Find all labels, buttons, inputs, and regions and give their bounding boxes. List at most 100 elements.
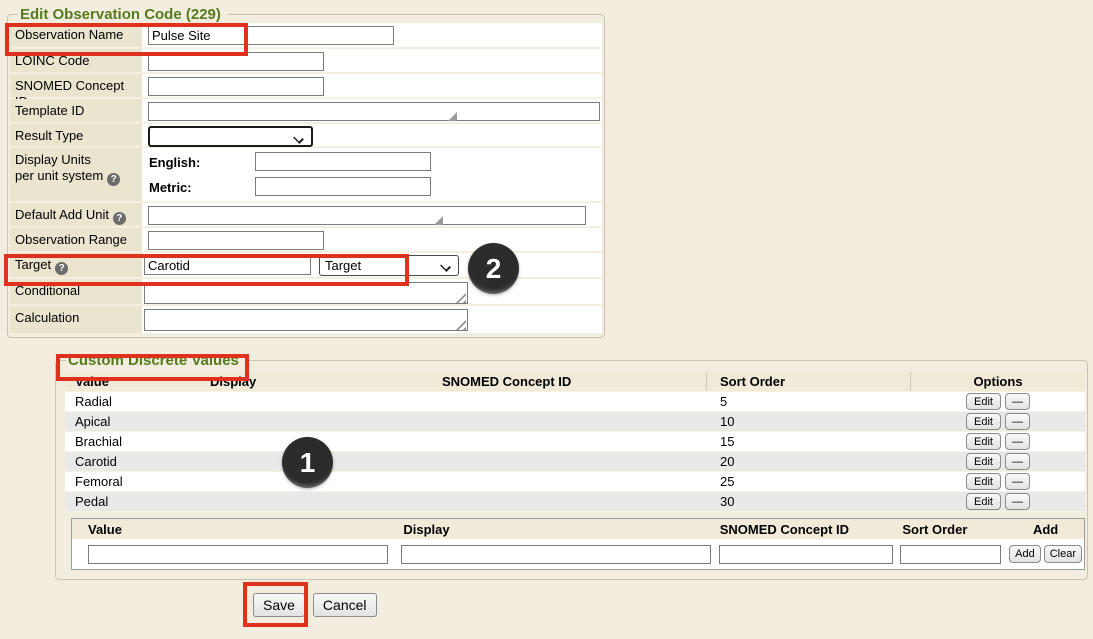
- edit-button[interactable]: Edit: [966, 433, 1001, 450]
- cell-sort-order: 30: [707, 494, 911, 509]
- page: Edit Observation Code (229) Observation …: [0, 0, 1093, 639]
- add-sort-order-input[interactable]: [900, 545, 1001, 564]
- remove-button[interactable]: —: [1005, 453, 1030, 470]
- display-units-label: Display Units per unit system?: [10, 148, 142, 201]
- target-label: Target?: [10, 253, 142, 277]
- edit-button[interactable]: Edit: [966, 473, 1001, 490]
- calculation-label: Calculation: [10, 306, 142, 333]
- target-value-input[interactable]: [144, 256, 311, 275]
- chevron-down-icon: [441, 262, 449, 270]
- add-col-header-value: Value: [72, 522, 397, 537]
- remove-button[interactable]: —: [1005, 393, 1030, 410]
- observation-range-input[interactable]: [148, 231, 324, 250]
- col-header-sort-order: Sort Order: [707, 372, 911, 391]
- col-header-value: Value: [65, 374, 210, 389]
- discrete-values-table: Value Display SNOMED Concept ID Sort Ord…: [65, 372, 1085, 512]
- table-row: Brachial 15 Edit —: [65, 432, 1085, 452]
- footer-actions: Save Cancel: [253, 593, 377, 617]
- default-add-unit-input[interactable]: [148, 206, 586, 225]
- add-value-input[interactable]: [88, 545, 388, 564]
- target-help-icon[interactable]: ?: [55, 262, 68, 275]
- discrete-values-header-row: Value Display SNOMED Concept ID Sort Ord…: [65, 372, 1085, 392]
- cell-value: Carotid: [65, 454, 210, 469]
- cell-value: Apical: [65, 414, 210, 429]
- edit-button[interactable]: Edit: [966, 493, 1001, 510]
- table-row: Pedal 30 Edit —: [65, 492, 1085, 512]
- edit-button[interactable]: Edit: [966, 413, 1001, 430]
- loinc-code-input[interactable]: [148, 52, 324, 71]
- default-add-unit-label: Default Add Unit?: [10, 203, 142, 226]
- display-units-label-line1: Display Units: [15, 152, 91, 167]
- row-observation-name: Observation Name: [10, 23, 602, 49]
- table-row: Apical 10 Edit —: [65, 412, 1085, 432]
- edit-button[interactable]: Edit: [966, 453, 1001, 470]
- observation-name-input[interactable]: [148, 26, 394, 45]
- default-add-unit-label-text: Default Add Unit: [15, 207, 109, 222]
- row-observation-range: Observation Range?: [10, 228, 602, 253]
- row-default-add-unit: Default Add Unit?: [10, 203, 602, 228]
- cell-value: Pedal: [65, 494, 210, 509]
- row-snomed-concept-id: SNOMED Concept ID: [10, 74, 602, 99]
- observation-range-label: Observation Range?: [10, 228, 142, 251]
- metric-units-label: Metric:: [149, 180, 192, 195]
- template-id-label: Template ID: [10, 99, 142, 122]
- edit-observation-code-title: Edit Observation Code (229): [18, 6, 227, 23]
- col-header-options: Options: [911, 374, 1085, 389]
- table-row: Femoral 25 Edit —: [65, 472, 1085, 492]
- target-label-text: Target: [15, 257, 51, 272]
- col-header-snomed: SNOMED Concept ID: [442, 372, 707, 391]
- col-header-display: Display: [210, 374, 442, 389]
- template-id-input[interactable]: [148, 102, 600, 121]
- result-type-label: Result Type: [10, 124, 142, 146]
- remove-button[interactable]: —: [1005, 413, 1030, 430]
- cell-sort-order: 10: [707, 414, 911, 429]
- add-row-header: Value Display SNOMED Concept ID Sort Ord…: [72, 519, 1084, 539]
- step-badge-1: 1: [282, 437, 333, 488]
- add-col-header-add: Add: [1007, 522, 1084, 537]
- snomed-concept-id-label: SNOMED Concept ID: [10, 74, 142, 97]
- remove-button[interactable]: —: [1005, 473, 1030, 490]
- add-discrete-value-block: Value Display SNOMED Concept ID Sort Ord…: [71, 518, 1085, 570]
- add-snomed-input[interactable]: [719, 545, 893, 564]
- add-col-header-display: Display: [397, 522, 714, 537]
- cell-value: Radial: [65, 394, 210, 409]
- loinc-code-label: LOINC Code: [10, 49, 142, 72]
- step-badge-2: 2: [468, 243, 519, 294]
- row-result-type: Result Type: [10, 124, 602, 148]
- observation-name-label: Observation Name: [10, 23, 142, 47]
- row-template-id: Template ID: [10, 99, 602, 124]
- target-type-select[interactable]: Target: [319, 255, 459, 276]
- clear-button[interactable]: Clear: [1044, 545, 1082, 563]
- conditional-label: Conditional: [10, 279, 142, 304]
- table-row: Radial 5 Edit —: [65, 392, 1085, 412]
- english-units-input[interactable]: [255, 152, 431, 171]
- edit-button[interactable]: Edit: [966, 393, 1001, 410]
- display-units-label-line2: per unit system: [15, 168, 103, 183]
- snomed-concept-id-input[interactable]: [148, 77, 324, 96]
- add-display-input[interactable]: [401, 545, 711, 564]
- custom-discrete-values-section: Custom Discrete Values Value Display SNO…: [55, 352, 1088, 580]
- table-row: Carotid 20 Edit —: [65, 452, 1085, 472]
- observation-range-label-text: Observation Range: [15, 232, 127, 247]
- display-units-help-icon[interactable]: ?: [107, 173, 120, 186]
- cancel-button[interactable]: Cancel: [313, 593, 377, 617]
- edit-observation-code-section: Edit Observation Code (229) Observation …: [7, 6, 605, 338]
- cell-sort-order: 15: [707, 434, 911, 449]
- add-col-header-snomed: SNOMED Concept ID: [715, 522, 897, 537]
- remove-button[interactable]: —: [1005, 433, 1030, 450]
- metric-units-input[interactable]: [255, 177, 431, 196]
- row-loinc-code: LOINC Code: [10, 49, 602, 74]
- cell-value: Brachial: [65, 434, 210, 449]
- add-button[interactable]: Add: [1009, 545, 1041, 563]
- cell-value: Femoral: [65, 474, 210, 489]
- default-add-unit-help-icon[interactable]: ?: [113, 212, 126, 225]
- cell-sort-order: 20: [707, 454, 911, 469]
- remove-button[interactable]: —: [1005, 493, 1030, 510]
- result-type-select[interactable]: [148, 126, 313, 147]
- english-units-label: English:: [149, 155, 200, 170]
- calculation-textarea[interactable]: [144, 309, 468, 331]
- row-calculation: Calculation: [10, 306, 602, 333]
- conditional-textarea[interactable]: [144, 282, 468, 304]
- save-button[interactable]: Save: [253, 593, 305, 617]
- add-col-header-sort-order: Sort Order: [896, 522, 1007, 537]
